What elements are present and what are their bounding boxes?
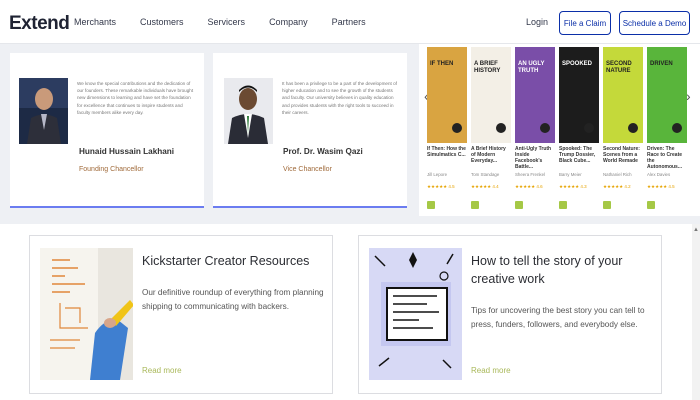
file-claim-button[interactable]: File a Claim: [559, 11, 611, 35]
schedule-demo-button[interactable]: Schedule a Demo: [619, 11, 690, 35]
book-badge-icon: [515, 201, 523, 209]
book-author: Sheera Frenkel: [515, 172, 546, 177]
top-nav: Extend Merchants Customers Servicers Com…: [0, 0, 700, 44]
nav-link-servicers[interactable]: Servicers: [208, 17, 246, 27]
book-title[interactable]: If Then: How the Simulmatics C...: [427, 146, 467, 158]
nav-link-customers[interactable]: Customers: [140, 17, 184, 27]
book-rating: ★★★★★ 4.3: [559, 184, 587, 189]
audio-icon: [584, 123, 594, 133]
audio-icon: [672, 123, 682, 133]
book-rating: ★★★★★ 4.5: [647, 184, 675, 189]
book-cover[interactable]: A BRIEF HISTORY: [471, 47, 511, 143]
scrollbar[interactable]: ▲: [692, 224, 700, 400]
book-title[interactable]: Driven: The Race to Create the Autonomou…: [647, 146, 687, 170]
logo[interactable]: Extend: [9, 13, 70, 35]
resource-description: Our definitive roundup of everything fro…: [142, 288, 324, 311]
whiteboard-illustration: [40, 248, 133, 380]
person-name: Prof. Dr. Wasim Qazi: [283, 147, 363, 156]
testimonial-card: We know the special contributions and th…: [10, 53, 204, 208]
testimonial-card: It has been a privilege to be a part of …: [213, 53, 407, 208]
book-title[interactable]: Spooked: The Trump Dossier, Black Cube..…: [559, 146, 599, 164]
portrait-photo: [19, 78, 68, 144]
testimonial-quote: It has been a privilege to be a part of …: [282, 81, 397, 115]
nav-link-partners[interactable]: Partners: [332, 17, 366, 27]
book-cover-text: DRIVEN: [650, 61, 673, 67]
newspaper-illustration: [369, 248, 462, 380]
book-title[interactable]: Second Nature: Scenes from a World Remad…: [603, 146, 643, 164]
book-title[interactable]: A Brief History of Modern Everyday...: [471, 146, 511, 164]
book-badge-icon: [559, 201, 567, 209]
book-author: Jill Lepore: [427, 172, 448, 177]
book-author: Nathaniel Rich: [603, 172, 632, 177]
audio-icon: [628, 123, 638, 133]
book-cover-text: SPOOKED: [562, 61, 593, 67]
audio-icon: [540, 123, 550, 133]
book-rating: ★★★★★ 4.4: [471, 184, 499, 189]
book-carousel: ‹ › IF THENIf Then: How the Simulmatics …: [419, 44, 700, 216]
portrait-photo: [224, 78, 273, 144]
book-cover-text: IF THEN: [430, 61, 454, 67]
book-badge-icon: [647, 201, 655, 209]
nav-links: Merchants Customers Servicers Company Pa…: [74, 17, 390, 27]
resource-title[interactable]: How to tell the story of your creative w…: [471, 252, 656, 288]
book-cover[interactable]: SPOOKED: [559, 47, 599, 143]
audio-icon: [496, 123, 506, 133]
login-link[interactable]: Login: [526, 17, 548, 27]
book-author: Barry Meier: [559, 172, 582, 177]
book-author: Alex Davies: [647, 172, 671, 177]
resource-card[interactable]: Kickstarter Creator Resources Our defini…: [29, 235, 333, 394]
read-more-link[interactable]: Read more: [471, 366, 511, 375]
person-role: Founding Chancellor: [79, 166, 144, 173]
book-badge-icon: [471, 201, 479, 209]
book-cover[interactable]: DRIVEN: [647, 47, 687, 143]
book-author: Tom Standage: [471, 172, 500, 177]
person-name: Hunaid Hussain Lakhani: [79, 147, 175, 156]
book-rating: ★★★★★ 4.6: [515, 184, 543, 189]
nav-link-company[interactable]: Company: [269, 17, 308, 27]
book-cover[interactable]: AN UGLY TRUTH: [515, 47, 555, 143]
book-cover-text: SECOND NATURE: [606, 61, 632, 74]
scroll-up-icon[interactable]: ▲: [693, 227, 699, 233]
nav-link-merchants[interactable]: Merchants: [74, 17, 116, 27]
resource-title[interactable]: Kickstarter Creator Resources: [142, 252, 327, 270]
book-title[interactable]: Anti-Ugly Truth Inside Facebook's Battle…: [515, 146, 555, 170]
resource-card[interactable]: How to tell the story of your creative w…: [358, 235, 662, 394]
book-cover[interactable]: SECOND NATURE: [603, 47, 643, 143]
testimonial-quote: We know the special contributions and th…: [77, 81, 194, 115]
book-cover-text: AN UGLY TRUTH: [518, 61, 545, 74]
read-more-link[interactable]: Read more: [142, 366, 182, 375]
book-cover[interactable]: IF THEN: [427, 47, 467, 143]
audio-icon: [452, 123, 462, 133]
book-badge-icon: [603, 201, 611, 209]
person-role: Vice Chancellor: [283, 166, 332, 173]
book-cover-text: A BRIEF HISTORY: [474, 61, 501, 74]
book-rating: ★★★★★ 4.2: [603, 184, 631, 189]
resource-description: Tips for uncovering the best story you c…: [471, 306, 645, 329]
book-badge-icon: [427, 201, 435, 209]
book-rating: ★★★★★ 4.5: [427, 184, 455, 189]
